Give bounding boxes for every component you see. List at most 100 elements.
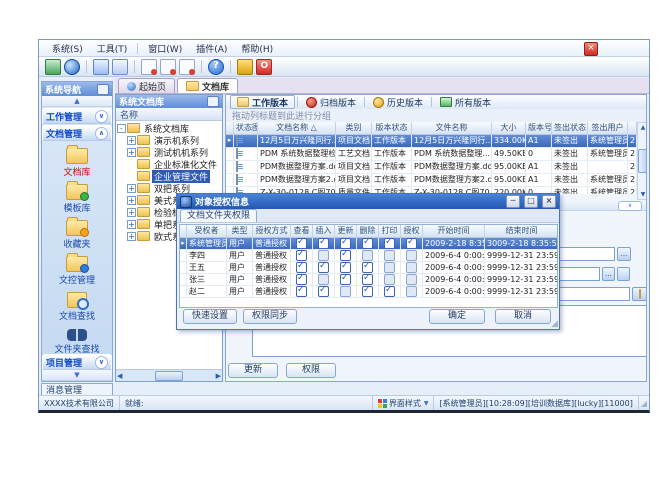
- menu-item[interactable]: 窗口(W): [141, 41, 189, 56]
- permission-cell[interactable]: [357, 250, 379, 261]
- column-header-文件名称[interactable]: 文件名称: [412, 122, 492, 134]
- permission-cell[interactable]: [379, 238, 401, 249]
- column-header-删除[interactable]: 删除: [357, 225, 379, 237]
- permission-cell[interactable]: [313, 238, 335, 249]
- checkbox-unchecked[interactable]: [384, 250, 395, 261]
- globe-icon[interactable]: [64, 59, 80, 75]
- tree-node-演示机系列[interactable]: +演示机系列: [116, 134, 222, 146]
- checkbox-checked[interactable]: [296, 286, 307, 297]
- permission-cell[interactable]: [401, 250, 423, 261]
- workstation-icon[interactable]: [45, 59, 61, 75]
- permission-sync-button[interactable]: 权限同步: [243, 309, 297, 324]
- checkbox-unchecked[interactable]: [318, 250, 329, 261]
- permission-cell[interactable]: [335, 250, 357, 261]
- checkbox-checked[interactable]: [362, 286, 373, 297]
- table-row[interactable]: PDM数据整理方案.doc项目文档工作版本PDM数据整理方案.doc95.00K…: [226, 161, 637, 174]
- quick-setup-button[interactable]: 快速设置: [183, 309, 237, 324]
- checkbox-checked[interactable]: [318, 262, 329, 273]
- expand-icon[interactable]: +: [127, 220, 136, 229]
- permission-cell[interactable]: [291, 286, 313, 297]
- permission-cell[interactable]: [335, 262, 357, 273]
- permission-cell[interactable]: [291, 250, 313, 261]
- tree-column-header[interactable]: 名称: [116, 108, 222, 121]
- sidebar-group-work[interactable]: 工作管理 ∨: [42, 108, 112, 124]
- column-header-打印[interactable]: 打印: [379, 225, 401, 237]
- checkbox-checked[interactable]: [362, 274, 373, 285]
- mail-receive-icon[interactable]: [160, 59, 176, 75]
- tree-node-系统文档库[interactable]: -系统文档库: [116, 122, 222, 134]
- detail-collapse-button[interactable]: ∨: [618, 201, 642, 211]
- column-header-开始时间[interactable]: 开始时间: [423, 225, 485, 237]
- tree-node-企业标准化文件[interactable]: 企业标准化文件: [116, 158, 222, 170]
- column-header-更新[interactable]: 更新: [335, 225, 357, 237]
- column-header-类别[interactable]: 类别: [336, 122, 372, 134]
- checkbox-checked[interactable]: [340, 262, 351, 273]
- checkbox-checked[interactable]: [296, 262, 307, 273]
- tab-文档库[interactable]: 文档库: [177, 78, 238, 93]
- mail-send-icon[interactable]: [141, 59, 157, 75]
- column-header-签出用户[interactable]: 签出用户: [588, 122, 628, 134]
- permission-cell[interactable]: [291, 238, 313, 249]
- permission-cell[interactable]: [313, 286, 335, 297]
- checkbox-unchecked[interactable]: [406, 262, 417, 273]
- column-header-版本状态[interactable]: 版本状态: [372, 122, 412, 134]
- minimize-icon[interactable]: ─: [506, 195, 520, 208]
- ui-style-selector[interactable]: 界面样式 ▼: [373, 396, 435, 410]
- permission-cell[interactable]: [313, 262, 335, 273]
- mail-refresh-icon[interactable]: [179, 59, 195, 75]
- resize-grip[interactable]: ◢: [551, 319, 558, 329]
- resize-grip[interactable]: ◢: [639, 399, 649, 408]
- maximize-icon[interactable]: □: [524, 195, 538, 208]
- field-dropdown-button[interactable]: ...: [617, 247, 631, 261]
- tree-node-企业管理文件[interactable]: 企业管理文件: [116, 170, 222, 182]
- dialog-title-bar[interactable]: 对象授权信息 ─ □ ×: [177, 194, 559, 209]
- permission-cell[interactable]: [401, 274, 423, 285]
- checkbox-unchecked[interactable]: [340, 286, 351, 297]
- column-header-签出状态[interactable]: 签出状态: [552, 122, 588, 134]
- permission-row[interactable]: 赵二用户普通授权2009-6-4 0:00:009999-12-31 23:59…: [180, 286, 557, 298]
- field-browse-button[interactable]: ...: [602, 267, 615, 281]
- column-header-大小[interactable]: 大小: [492, 122, 526, 134]
- column-header-授权[interactable]: 授权: [401, 225, 423, 237]
- group-by-bar[interactable]: 拖动列标题到此进行分组: [226, 109, 646, 123]
- expand-icon[interactable]: +: [127, 148, 136, 157]
- checkbox-checked[interactable]: [296, 238, 307, 249]
- checkbox-checked[interactable]: [296, 250, 307, 261]
- chevron-down-icon[interactable]: ∨: [95, 110, 108, 123]
- permission-cell[interactable]: [335, 274, 357, 285]
- open-folder-icon[interactable]: [93, 59, 109, 75]
- menu-item[interactable]: 帮助(H): [234, 41, 280, 56]
- sidebar-item-文件夹查找[interactable]: 文件夹查找: [42, 324, 112, 353]
- menu-item[interactable]: 插件(A): [189, 41, 234, 56]
- tree-horizontal-scrollbar[interactable]: ◀ ▶: [116, 369, 222, 381]
- checkbox-checked[interactable]: [340, 238, 351, 249]
- sidebar-item-收藏夹[interactable]: 收藏夹: [42, 216, 112, 251]
- scrollbar-thumb[interactable]: [155, 371, 183, 381]
- column-header-文档名称[interactable]: 文档名称 △: [258, 122, 336, 134]
- sidebar-scroll-up[interactable]: ▲: [42, 96, 112, 107]
- field-clear-button[interactable]: [617, 267, 630, 281]
- permission-row[interactable]: 王五用户普通授权2009-6-4 0:00:009999-12-31 23:59…: [180, 262, 557, 274]
- scroll-up-icon[interactable]: ▲: [641, 124, 646, 131]
- column-header-查看[interactable]: 查看: [291, 225, 313, 237]
- close-icon[interactable]: ×: [584, 42, 598, 56]
- permission-cell[interactable]: [379, 274, 401, 285]
- checkbox-checked[interactable]: [340, 250, 351, 261]
- sidebar-group-project[interactable]: 项目管理 ∨: [42, 354, 112, 370]
- checkbox-checked[interactable]: [340, 274, 351, 285]
- permission-cell[interactable]: [313, 250, 335, 261]
- version-tab-工作版本[interactable]: 工作版本: [230, 95, 295, 109]
- expand-icon[interactable]: +: [127, 196, 136, 205]
- lock-icon[interactable]: [237, 59, 253, 75]
- column-header-版本号[interactable]: 版本号: [526, 122, 552, 134]
- expand-icon[interactable]: +: [127, 184, 136, 193]
- sidebar-group-doc[interactable]: 文档管理 ∧: [42, 125, 112, 141]
- checkbox-checked[interactable]: [406, 238, 417, 249]
- permission-cell[interactable]: [291, 274, 313, 285]
- permission-cell[interactable]: [401, 238, 423, 249]
- checkbox-checked[interactable]: [362, 262, 373, 273]
- version-tab-历史版本[interactable]: 历史版本: [367, 96, 429, 108]
- menu-item[interactable]: 工具(T): [90, 41, 135, 56]
- table-row[interactable]: PDM 系统数据整理检...工艺文档工作版本PDM 系统数据整理...49.50…: [226, 148, 637, 161]
- scroll-left-icon[interactable]: ◀: [117, 372, 122, 380]
